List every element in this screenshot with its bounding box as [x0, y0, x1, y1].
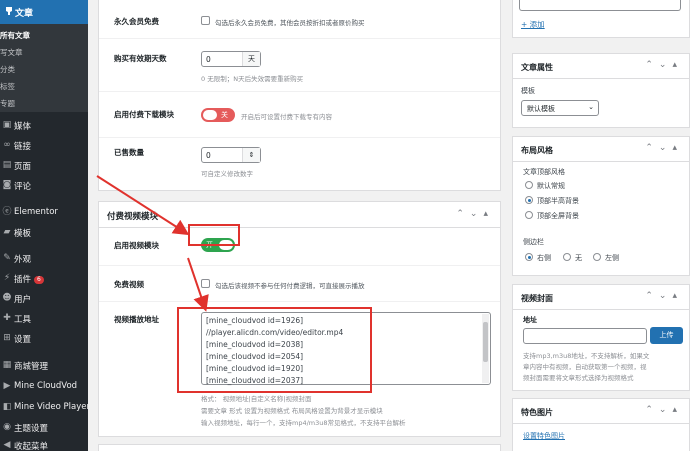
tags-input[interactable] [519, 0, 681, 11]
paid-download-toggle[interactable]: 关 [201, 108, 235, 122]
submenu-topics[interactable]: 专题 [0, 98, 15, 109]
sidebar-item-users[interactable]: ☻ 用户 [0, 290, 88, 308]
set-featured-image-link[interactable]: 设置特色图片 [523, 431, 565, 441]
sidebar-item-comments[interactable]: ◙ 评论 [0, 177, 88, 195]
membership-metabox: 永久会员免费 勾选后永久会员免费，其他会员按折扣或者原价购买 购买有效期天数 0… [98, 0, 501, 191]
free-video-checkbox[interactable] [201, 279, 210, 288]
permanent-member-checkbox[interactable] [201, 16, 210, 25]
link-icon: ∞ [3, 140, 11, 150]
cloudvod-icon: ▶ [3, 381, 11, 391]
elementor-icon: ⓔ [2, 207, 12, 217]
radio-sidebar-none[interactable] [563, 253, 571, 261]
user-icon: ☻ [2, 293, 12, 303]
sidebar-item-mine-video-player[interactable]: ◧ Mine Video Player [0, 399, 88, 417]
next-metabox-edge [98, 444, 501, 451]
metabox-move-controls[interactable]: ⌃⌄▴ [456, 209, 494, 219]
plugin-icon: ⚡ [3, 273, 11, 283]
admin-sidebar: 文章 所有文章 写文章 分类 标签 专题 ▣ 媒体 ∞ 链接 ▤ 页面 ◙ 评论… [0, 0, 88, 451]
annotation-urls-highlight [177, 307, 372, 393]
shop-icon: ▦ [2, 360, 12, 370]
sidebar-item-mine-cloudvod[interactable]: ▶ Mine CloudVod [0, 378, 88, 396]
sidebar-item-media[interactable]: ▣ 媒体 [0, 117, 88, 135]
layout-style-box: 布局风格 ⌃⌄▴ 文章顶部风格 默认常规 顶部半高背景 顶部全屏背景 侧边栏 右… [512, 136, 690, 276]
sidebar-item-settings[interactable]: ⊞ 设置 [0, 330, 88, 348]
sidebar-item-tools[interactable]: ✚ 工具 [0, 310, 88, 328]
post-attributes-box: 文章属性 ⌃⌄▴ 模板 默认模板 ⌄ [512, 53, 690, 128]
sidebar-item-templates[interactable]: ▰ 模板 [0, 224, 88, 242]
comment-icon: ◙ [2, 180, 12, 190]
textarea-scroll-thumb[interactable] [483, 322, 488, 362]
radio-sidebar-left[interactable] [593, 253, 601, 261]
right-sidebar: + 添加 文章属性 ⌃⌄▴ 模板 默认模板 ⌄ 布局风格 ⌃⌄▴ 文章顶部风格 … [512, 0, 690, 451]
appearance-icon: ✎ [3, 253, 11, 263]
page-icon: ▤ [2, 160, 12, 170]
box-controls[interactable]: ⌃⌄▴ [645, 291, 683, 301]
sidebar-item-appearance[interactable]: ✎ 外观 [0, 250, 88, 268]
sidebar-item-links[interactable]: ∞ 链接 [0, 137, 88, 155]
paid-video-header: 付费视频模块 ⌃⌄▴ [99, 202, 500, 228]
row-valid-days: 购买有效期天数 0 天 0 无限制；N天后失效需要重新购买 [99, 39, 500, 92]
box-controls[interactable]: ⌃⌄▴ [645, 143, 683, 153]
sidebar-collapse-menu[interactable]: ◀ 收起菜单 [0, 437, 88, 451]
theme-icon: ◉ [3, 422, 11, 432]
submenu-categories[interactable]: 分类 [0, 64, 15, 75]
upload-button[interactable]: 上传 [650, 327, 683, 344]
settings-icon: ⊞ [3, 333, 11, 343]
media-icon: ▣ [2, 120, 12, 130]
row-paid-download: 启用付费下载模块 关 开启后可设置付费下载专有内容 [99, 92, 500, 138]
featured-image-box: 特色图片 ⌃⌄▴ 设置特色图片 [512, 398, 690, 451]
box-controls[interactable]: ⌃⌄▴ [645, 405, 683, 415]
row-permanent-member: 永久会员免费 勾选后永久会员免费，其他会员按折扣或者原价购买 [99, 0, 500, 39]
submenu-all-posts[interactable]: 所有文章 [0, 30, 30, 41]
add-link[interactable]: + 添加 [521, 19, 545, 30]
tools-icon: ✚ [3, 313, 11, 323]
sidebar-item-theme-settings[interactable]: ◉ 主题设置 [0, 419, 88, 437]
row-sold-count: 已售数量 0 ⇕ 可自定义修改数字 [99, 138, 500, 190]
video-player-icon: ◧ [2, 402, 12, 412]
annotation-toggle-highlight [188, 224, 240, 246]
posts-submenu: 所有文章 写文章 分类 标签 专题 [0, 24, 88, 112]
sold-count-input[interactable]: 0 ⇕ [201, 147, 261, 163]
stepper-icon[interactable]: ⇕ [242, 148, 260, 162]
sidebar-item-posts[interactable]: 文章 [0, 0, 88, 24]
sidebar-item-pages[interactable]: ▤ 页面 [0, 157, 88, 175]
sidebar-item-plugins[interactable]: ⚡ 插件 6 [0, 270, 88, 288]
template-select[interactable]: 默认模板 ⌄ [521, 100, 599, 116]
box-controls[interactable]: ⌃⌄▴ [645, 60, 683, 70]
row-enable-video: 启用视频模块 开 [99, 228, 500, 266]
collapse-icon: ◀ [3, 440, 11, 450]
chevron-down-icon: ⌄ [588, 103, 594, 111]
row-free-video: 免费视频 勾选后该视频不参与任何付费逻辑，可直接展示播放 [99, 266, 500, 302]
radio-header-half[interactable] [525, 196, 533, 204]
radio-header-full[interactable] [525, 211, 533, 219]
template-icon: ▰ [3, 227, 11, 237]
video-cover-box: 视频封面 ⌃⌄▴ 地址 上传 支持mp3,m3u8地址，不支持解析，如果文 章内… [512, 284, 690, 391]
plugin-update-badge: 6 [34, 276, 44, 284]
sidebar-item-elementor[interactable]: ⓔ Elementor [0, 204, 88, 222]
radio-sidebar-right[interactable] [525, 253, 533, 261]
submenu-tags[interactable]: 标签 [0, 81, 15, 92]
submenu-new-post[interactable]: 写文章 [0, 47, 23, 58]
tags-box-bottom: + 添加 [512, 0, 690, 38]
pin-icon [4, 6, 14, 16]
valid-days-input[interactable]: 0 天 [201, 51, 261, 67]
radio-header-default[interactable] [525, 181, 533, 189]
cover-url-input[interactable] [523, 328, 647, 344]
sidebar-item-shop[interactable]: ▦ 商城管理 [0, 357, 88, 375]
